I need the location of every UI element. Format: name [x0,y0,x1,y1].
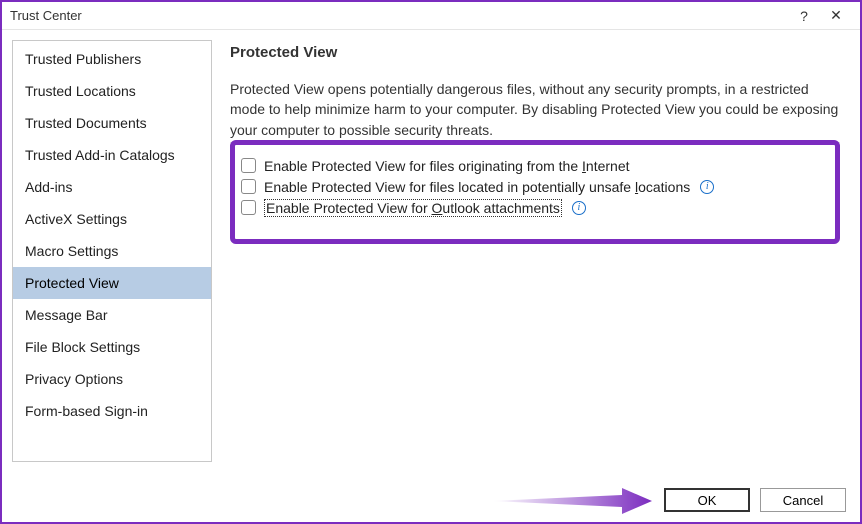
sidebar-item-trusted-documents[interactable]: Trusted Documents [13,107,211,139]
checkbox-row[interactable]: Enable Protected View for files located … [241,179,829,195]
content-area: Trusted PublishersTrusted LocationsTrust… [2,30,860,472]
ok-button[interactable]: OK [664,488,750,512]
checkbox[interactable] [241,179,256,194]
checkbox[interactable] [241,158,256,173]
section-title: Protected View [230,44,840,61]
sidebar-item-macro-settings[interactable]: Macro Settings [13,235,211,267]
sidebar-item-form-based-sign-in[interactable]: Form-based Sign-in [13,395,211,427]
checkbox-label: Enable Protected View for Outlook attach… [264,200,562,216]
sidebar-item-privacy-options[interactable]: Privacy Options [13,363,211,395]
annotation-arrow-icon [492,486,652,516]
sidebar-item-trusted-add-in-catalogs[interactable]: Trusted Add-in Catalogs [13,139,211,171]
sidebar: Trusted PublishersTrusted LocationsTrust… [12,40,212,462]
info-icon[interactable]: i [700,180,714,194]
checkbox[interactable] [241,200,256,215]
main-panel: Protected View Protected View opens pote… [226,40,850,462]
titlebar: Trust Center ? ✕ [2,2,860,30]
sidebar-item-trusted-locations[interactable]: Trusted Locations [13,75,211,107]
help-button[interactable]: ? [788,2,820,30]
info-icon[interactable]: i [572,201,586,215]
sidebar-item-message-bar[interactable]: Message Bar [13,299,211,331]
checkbox-label: Enable Protected View for files originat… [264,158,630,174]
sidebar-item-protected-view[interactable]: Protected View [13,267,211,299]
cancel-button[interactable]: Cancel [760,488,846,512]
checkbox-row[interactable]: Enable Protected View for Outlook attach… [241,200,829,216]
checkbox-row[interactable]: Enable Protected View for files originat… [241,158,829,174]
sidebar-item-trusted-publishers[interactable]: Trusted Publishers [13,43,211,75]
sidebar-item-activex-settings[interactable]: ActiveX Settings [13,203,211,235]
window-title: Trust Center [10,8,788,23]
close-button[interactable]: ✕ [820,2,852,30]
sidebar-item-add-ins[interactable]: Add-ins [13,171,211,203]
checkbox-label: Enable Protected View for files located … [264,179,690,195]
dialog-footer: OK Cancel [664,488,846,512]
section-description: Protected View opens potentially dangero… [230,79,840,143]
sidebar-item-file-block-settings[interactable]: File Block Settings [13,331,211,363]
annotation-highlight-box: Enable Protected View for files originat… [230,140,840,244]
